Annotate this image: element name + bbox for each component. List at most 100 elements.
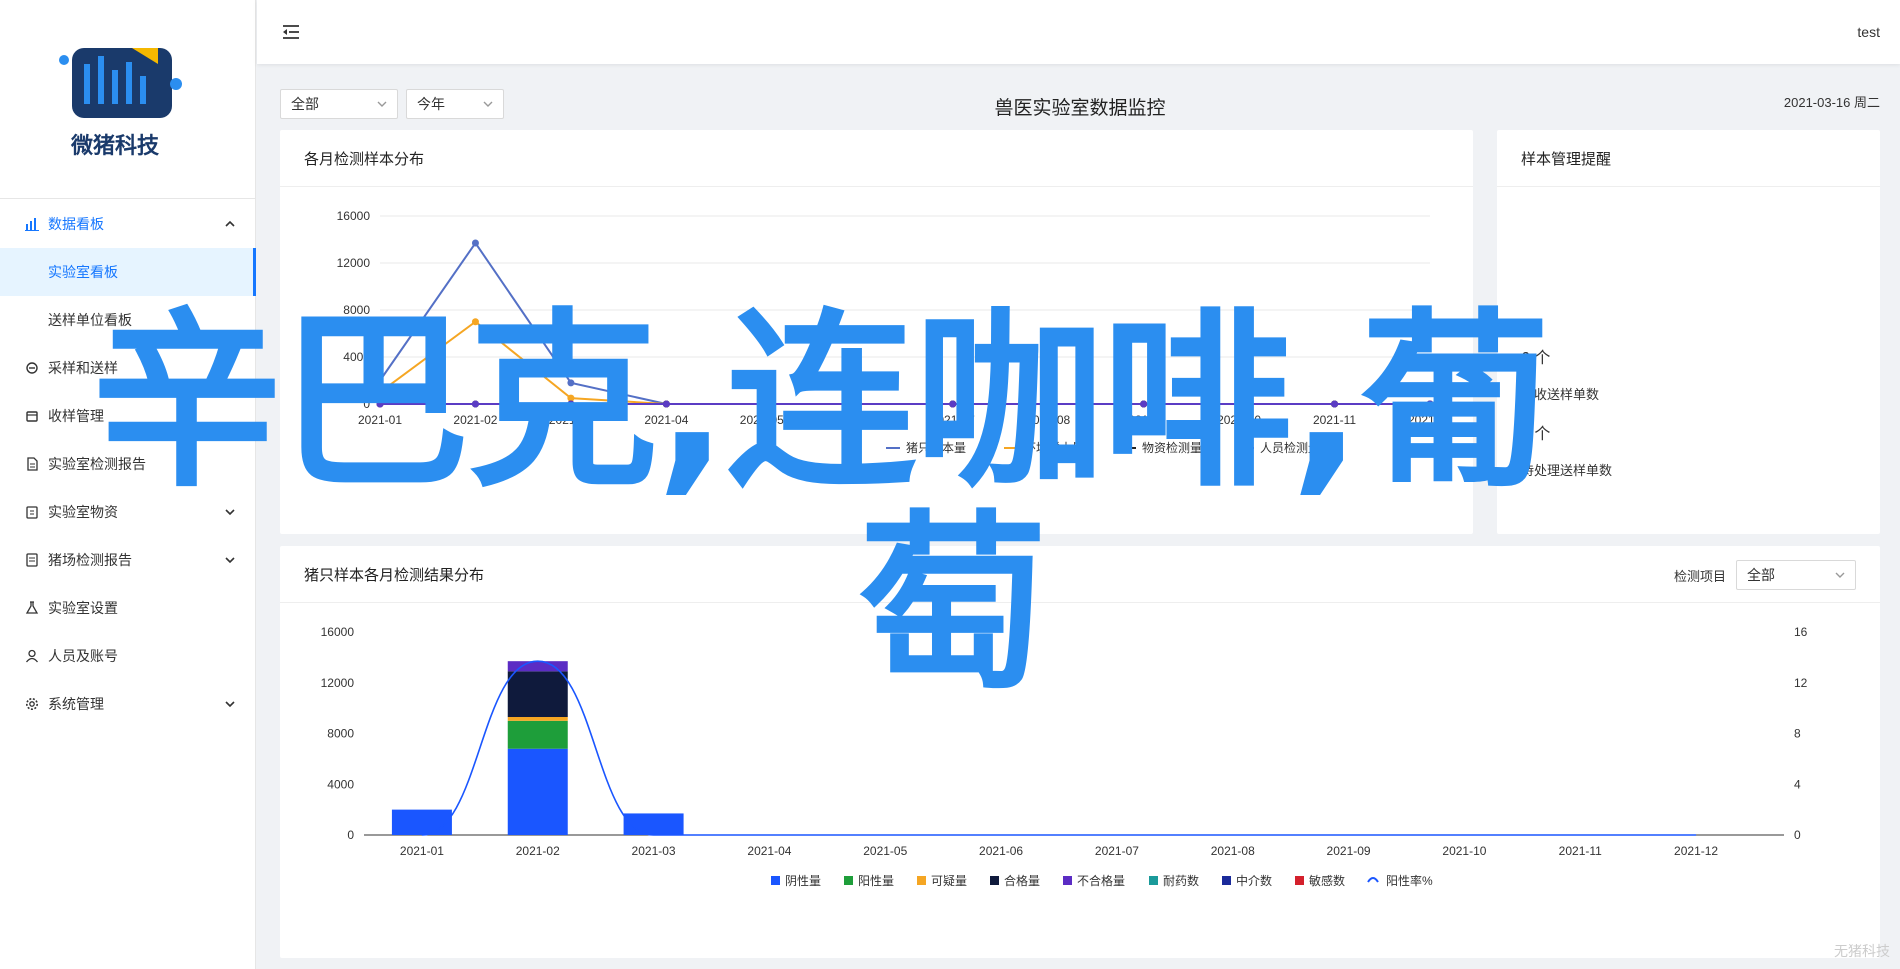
brand-name: 微猪科技 [70,134,159,159]
legend-label: 阳性量 [858,874,894,888]
card-divider [280,602,1880,603]
sidebar-item-lab-settings[interactable]: 实验室设置 [0,584,256,632]
sidebar-item-accounts[interactable]: 人员及账号 [0,632,256,680]
sidebar-item-label: 实验室设置 [48,600,118,616]
y2-tick-label: 4 [1794,777,1801,791]
sidebar-item-label: 人员及账号 [48,648,118,664]
test-item-label: 检测项目 [1674,569,1727,584]
test-item-select[interactable]: 全部 [1736,560,1856,590]
x-tick-label: 2021-07 [1095,844,1139,858]
legend-swatch [917,876,926,885]
card-title: 猪只样本各月检测结果分布 [304,567,485,584]
legend-label: 耐药数 [1163,873,1199,888]
sidebar-item-label: 系统管理 [48,696,104,712]
bar-segment [507,748,568,835]
period-select[interactable]: 今年 [406,89,504,119]
x-tick-label: 2021-12 [1674,844,1718,858]
watermark: 无猪科技 [1834,943,1890,959]
card-divider [280,186,1473,187]
x-tick-label: 2021-03 [632,844,676,858]
chevron-up-icon [225,220,235,227]
bar-segment [507,720,568,749]
x-tick-label: 2021-05 [863,844,907,858]
legend-swatch [990,876,999,885]
current-date: 2021-03-16 周二 [1783,95,1880,110]
x-tick-label: 2021-08 [1211,844,1255,858]
y-tick-label: 12000 [337,256,371,270]
chevron-down-icon [225,701,235,708]
test-item-select-value: 全部 [1747,567,1775,583]
chevron-down-icon [1835,572,1845,578]
x-tick-label: 2021-10 [1442,844,1486,858]
pig-results-card: 猪只样本各月检测结果分布 检测项目 全部 0 4000 8000 12000 16000… [280,546,1880,958]
scope-select-value: 全部 [291,96,319,112]
y-tick-label: 16000 [337,209,371,223]
sidebar-divider [0,198,256,199]
x-tick-label: 2021-04 [747,844,791,858]
chevron-down-icon [483,101,493,107]
legend-swatch [1367,877,1379,883]
brand-logo[interactable]: 微猪科技 [0,0,256,200]
scope-select[interactable]: 全部 [280,89,398,119]
data-point [471,239,479,247]
y2-tick-label: 0 [1794,828,1801,842]
y-tick-label: 8000 [327,727,354,741]
x-tick-label: 2021-06 [979,844,1023,858]
chart-icon [24,216,40,232]
bar-segment [623,813,684,835]
sample-icon [24,360,40,376]
y-tick-label: 0 [347,828,354,842]
pig-results-bar-chart: 0 4000 8000 12000 16000 0 4 8 12 16 2021-01 2021-02… [321,625,1808,888]
pig-logo-icon [59,48,182,118]
card-divider [1497,186,1880,187]
sidebar-item-label: 猪场检测报告 [48,552,132,568]
legend-label: 不合格量 [1077,873,1125,888]
bar-segment [507,671,568,718]
x-tick-label: 2021-02 [516,844,560,858]
legend-label: 阴性量 [785,874,821,888]
box-icon [24,408,40,424]
legend-swatch [844,876,853,885]
sidebar-item-farm-report[interactable]: 猪场检测报告 [0,536,256,584]
sidebar-item-label: 数据看板 [48,216,104,232]
chevron-down-icon [377,101,387,107]
legend-swatch [1295,876,1304,885]
y-tick-label: 4000 [327,777,354,791]
bar-segment [507,717,568,721]
chevron-down-icon [225,557,235,564]
sidebar-item-lab-dashboard[interactable]: 实验室看板 [0,248,256,296]
user-icon [24,648,40,664]
top-header: test [257,0,1900,64]
legend-swatch [1222,876,1231,885]
legend-swatch [771,876,780,885]
flask-icon [24,600,40,616]
report-icon [24,456,40,472]
user-name[interactable]: test [1857,24,1880,40]
y-tick-label: 12000 [321,676,355,690]
legend-label: 中介数 [1236,873,1272,888]
x-tick-label: 2021-11 [1559,844,1602,858]
y2-tick-label: 8 [1794,727,1801,741]
gear-icon [24,696,40,712]
sidebar-item-label: 实验室看板 [48,264,118,280]
y2-tick-label: 12 [1794,676,1808,690]
legend-label: 合格量 [1004,873,1040,888]
sample-reminder-card: 样本管理提醒 6 个 待收送样单数 2 个 待处理送样单数 [1497,130,1880,534]
y-tick-label: 16000 [321,625,355,639]
x-tick-label: 2021-09 [1327,844,1371,858]
overlay-text-line2: 萄 [858,494,1049,715]
legend-swatch [1149,876,1158,885]
bar-segment [391,809,452,835]
legend-label: 阳性率% [1386,873,1433,888]
legend-label: 可疑量 [931,873,967,888]
sidebar-item-system[interactable]: 系统管理 [0,680,256,728]
card-title: 各月检测样本分布 [304,151,425,168]
card-title: 样本管理提醒 [1521,151,1612,168]
legend-swatch [1063,876,1072,885]
period-select-value: 今年 [417,96,445,112]
y2-tick-label: 16 [1794,625,1808,639]
doc-icon [24,552,40,568]
menu-fold-icon[interactable] [281,22,301,42]
x-tick-label: 2021-01 [400,844,444,858]
sidebar-item-dashboard[interactable]: 数据看板 [0,200,256,248]
